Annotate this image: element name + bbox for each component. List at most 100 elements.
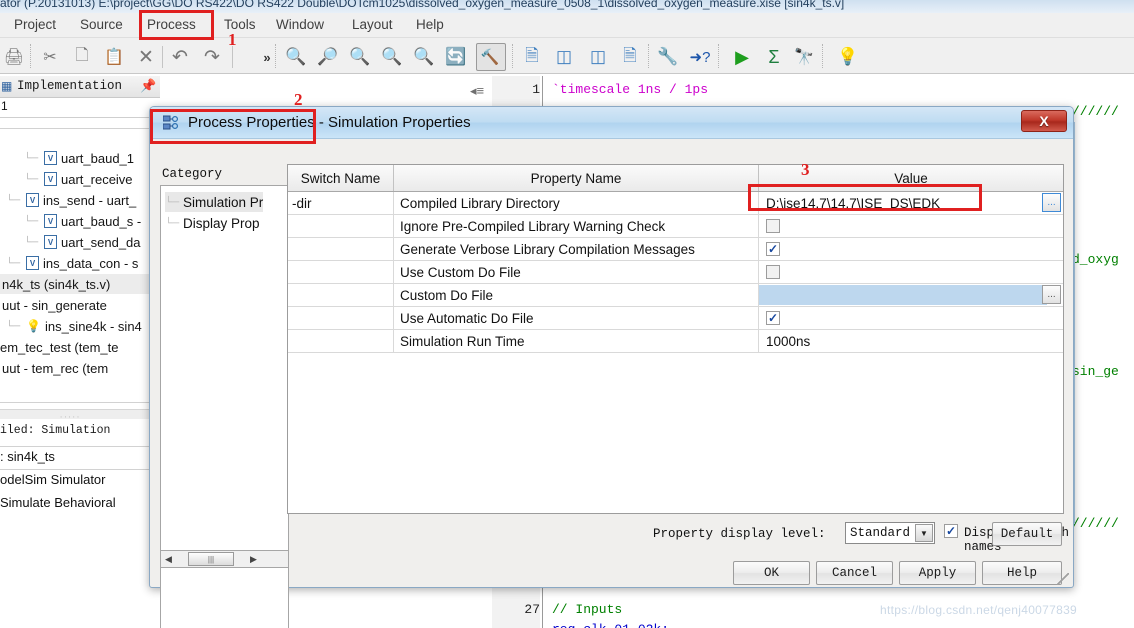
tree-item-uut-tem-rec[interactable]: uut - tem_rec (tem bbox=[2, 358, 108, 378]
cascade-windows-icon[interactable]: 🗎 bbox=[520, 45, 544, 69]
tile-vertical-icon[interactable]: ◫ bbox=[586, 45, 610, 69]
dialog-close-button[interactable]: X bbox=[1021, 110, 1067, 132]
ok-button[interactable]: OK bbox=[733, 561, 810, 585]
design-panel: ▦ Implementation 📌 ↔ □ ❑ ✕ 1 └─ V uart_b… bbox=[0, 76, 160, 628]
zoom-fit-icon[interactable]: 🔍 bbox=[348, 45, 372, 69]
verilog-file-icon: V bbox=[44, 172, 57, 186]
process-properties-dialog: Process Properties - Simulation Properti… bbox=[149, 106, 1074, 628]
redo-icon[interactable]: ↷ bbox=[200, 45, 224, 69]
editor-line-number: 27 bbox=[524, 602, 540, 617]
tree-connector: └─ bbox=[24, 236, 39, 248]
toolbar-divider bbox=[162, 46, 163, 68]
editor-fragment: ////// bbox=[1072, 516, 1119, 531]
scrollbar-thumb[interactable]: ||| bbox=[188, 552, 234, 566]
column-header-switch-name[interactable]: Switch Name bbox=[288, 165, 394, 191]
tree-item-uart-receive[interactable]: └─ V uart_receive bbox=[24, 169, 133, 189]
cell-switch-name bbox=[288, 284, 393, 306]
annotation-number-2: 2 bbox=[294, 90, 303, 109]
menu-process[interactable]: Process bbox=[145, 17, 198, 35]
tree-item-ins-sine4k[interactable]: └─ 💡 ins_sine4k - sin4 bbox=[6, 316, 142, 336]
implementation-icon: ▦ bbox=[1, 79, 13, 93]
table-row[interactable]: Ignore Pre-Compiled Library Warning Chec… bbox=[288, 215, 1063, 238]
wrench-icon[interactable]: 🔧 bbox=[656, 45, 680, 69]
apply-button[interactable]: Apply bbox=[899, 561, 976, 585]
zoom-area-icon[interactable]: 🔍 bbox=[412, 45, 436, 69]
annotation-number-3: 3 bbox=[801, 160, 810, 179]
tree-item-ins-send[interactable]: └─ V ins_send - uart_ bbox=[6, 190, 136, 210]
category-item-display-properties[interactable]: └─ Display Prop bbox=[165, 213, 260, 233]
default-button[interactable]: Default bbox=[992, 522, 1062, 546]
pin-icon[interactable]: 📌 bbox=[140, 78, 156, 94]
bulb-icon: 💡 bbox=[26, 319, 41, 333]
checkbox-display-switch-names[interactable]: ✓ bbox=[944, 524, 958, 538]
collapse-panel-icon[interactable]: ◂≡ bbox=[462, 80, 492, 102]
chevron-down-icon[interactable]: ▼ bbox=[915, 524, 933, 542]
checkbox-use-custom-do-file[interactable] bbox=[766, 265, 780, 279]
tree-connector: └─ bbox=[6, 320, 21, 332]
verilog-file-icon: V bbox=[44, 235, 57, 249]
tree-item-uart-baud-1[interactable]: └─ V uart_baud_1 bbox=[24, 148, 134, 168]
checkbox-ignore-precompiled-library-warning[interactable] bbox=[766, 219, 780, 233]
table-row[interactable]: -dir Compiled Library Directory D:\ise14… bbox=[288, 192, 1063, 215]
dialog-titlebar[interactable]: Process Properties - Simulation Properti… bbox=[150, 107, 1073, 139]
float-window-icon[interactable]: 🗎 bbox=[618, 45, 642, 69]
run-icon[interactable]: ▶ bbox=[730, 45, 754, 69]
tree-item-tem-tec-test[interactable]: em_tec_test (tem_te bbox=[0, 337, 119, 357]
cell-value-simulation-run-time[interactable]: 1000ns bbox=[762, 330, 1042, 352]
tree-item-uart-baud-s[interactable]: └─ V uart_baud_s - bbox=[24, 211, 141, 231]
cell-property-name: Custom Do File bbox=[400, 287, 494, 303]
zoom-out-icon[interactable]: 🔎 bbox=[316, 45, 340, 69]
category-horizontal-scrollbar[interactable]: ◀ ||| ▶ bbox=[160, 550, 289, 568]
cell-value-compiled-library-directory[interactable]: D:\ise14.7\14.7\ISE_DS\EDK bbox=[762, 192, 1042, 214]
browse-button[interactable]: ... bbox=[1042, 285, 1061, 304]
lightbulb-icon[interactable]: 💡 bbox=[836, 45, 860, 69]
tree-item-uut-sin-generate[interactable]: uut - sin_generate bbox=[2, 295, 107, 315]
design-utilities-icon: 🔨 bbox=[480, 49, 500, 66]
print-icon[interactable]: 🖨 bbox=[2, 45, 26, 69]
dialog-resize-grip[interactable] bbox=[1057, 573, 1069, 585]
tree-item-sin4k-ts[interactable]: n4k_ts (sin4k_ts.v) bbox=[0, 274, 160, 294]
table-row[interactable]: Use Custom Do File bbox=[288, 261, 1063, 284]
zoom-selection-icon[interactable]: 🔍 bbox=[380, 45, 404, 69]
refresh-icon[interactable]: 🔄 bbox=[444, 45, 468, 69]
delete-icon[interactable]: ✕ bbox=[134, 45, 158, 69]
undo-icon[interactable]: ↶ bbox=[168, 45, 192, 69]
table-row[interactable]: Use Automatic Do File ✓ bbox=[288, 307, 1063, 330]
menu-project[interactable]: Project bbox=[12, 17, 58, 35]
scroll-right-arrow-icon[interactable]: ▶ bbox=[246, 554, 261, 565]
menu-window[interactable]: Window bbox=[274, 17, 326, 35]
table-row[interactable]: Generate Verbose Library Compilation Mes… bbox=[288, 238, 1063, 261]
tree-item-label: em_tec_test (tem_te bbox=[0, 339, 119, 355]
checkbox-use-automatic-do-file[interactable]: ✓ bbox=[766, 311, 780, 325]
tree-item-uart-send-data[interactable]: └─ V uart_send_da bbox=[24, 232, 141, 252]
menu-help[interactable]: Help bbox=[414, 17, 446, 35]
tree-connector: └─ bbox=[24, 152, 39, 164]
paste-icon[interactable]: 📋 bbox=[102, 45, 126, 69]
help-pointer-icon[interactable]: ➜? bbox=[688, 45, 712, 69]
cancel-button[interactable]: Cancel bbox=[816, 561, 893, 585]
checkbox-generate-verbose-library-compilation-messages[interactable]: ✓ bbox=[766, 242, 780, 256]
menu-source[interactable]: Source bbox=[78, 17, 125, 35]
cell-switch-name bbox=[288, 330, 393, 352]
browse-button[interactable]: ... bbox=[1042, 193, 1061, 212]
tile-horizontal-icon[interactable]: ◫ bbox=[552, 45, 576, 69]
property-grid[interactable]: Switch Name Property Name Value -dir Com… bbox=[287, 164, 1064, 514]
zoom-in-icon[interactable]: 🔍 bbox=[284, 45, 308, 69]
cut-icon[interactable]: ✂ bbox=[38, 45, 62, 69]
panel-divider-4 bbox=[0, 469, 160, 470]
sigma-icon[interactable]: Σ bbox=[762, 45, 786, 69]
scroll-left-arrow-icon[interactable]: ◀ bbox=[161, 554, 176, 565]
help-button[interactable]: Help bbox=[982, 561, 1062, 585]
column-header-property-name[interactable]: Property Name bbox=[394, 165, 759, 191]
display-level-row: Property display level: Standard ▼ ✓ Dis… bbox=[150, 522, 1073, 554]
tree-item-ins-data-con[interactable]: └─ V ins_data_con - s bbox=[6, 253, 138, 273]
table-row[interactable]: Custom Do File ... bbox=[288, 284, 1063, 307]
property-display-level-select[interactable]: Standard ▼ bbox=[845, 522, 935, 544]
menu-layout[interactable]: Layout bbox=[350, 17, 395, 35]
category-item-simulation-properties[interactable]: └─ Simulation Pr bbox=[165, 192, 264, 212]
input-custom-do-file[interactable] bbox=[759, 285, 1047, 305]
copy-icon[interactable]: 🗋 bbox=[70, 45, 94, 69]
tree-connector: └─ bbox=[165, 196, 180, 208]
telescope-icon[interactable]: 🔭 bbox=[792, 45, 816, 69]
table-row[interactable]: Simulation Run Time 1000ns bbox=[288, 330, 1063, 353]
